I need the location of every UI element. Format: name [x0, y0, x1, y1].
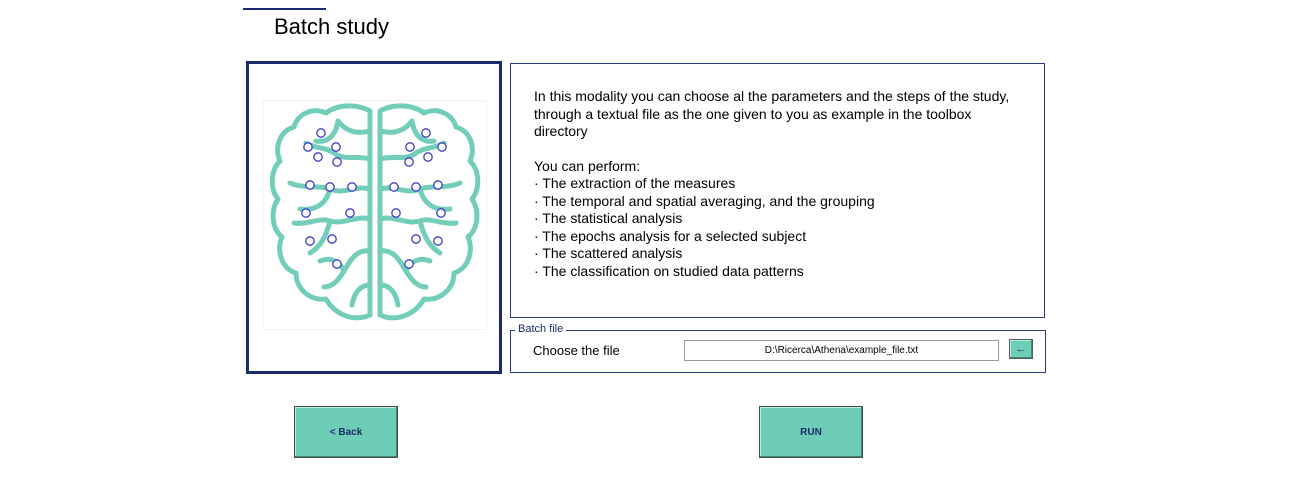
description-panel: In this modality you can choose al the p… [510, 63, 1045, 318]
back-button[interactable]: < Back [294, 406, 398, 458]
choose-file-label: Choose the file [533, 343, 620, 358]
brain-electrodes-icon [263, 100, 487, 330]
perform-item: · The epochs analysis for a selected sub… [534, 227, 807, 244]
description-intro: In this modality you can choose al the p… [534, 88, 1010, 139]
file-path-input[interactable] [684, 340, 999, 361]
perform-heading: You can perform: [534, 157, 641, 174]
perform-item: · The extraction of the measures [534, 175, 736, 191]
page-title: Batch study [274, 14, 389, 39]
description-text: In this modality you can choose al the p… [534, 88, 1024, 280]
arrow-left-icon: ← [1015, 343, 1027, 355]
perform-item: · The scattered analysis [534, 245, 683, 261]
batch-file-group: Batch file Choose the file ← [510, 323, 1046, 373]
perform-item: · The temporal and spatial averaging, an… [534, 192, 875, 209]
title-underline [243, 8, 326, 10]
brain-image-frame [246, 61, 502, 374]
perform-list: · The extraction of the measures · The t… [534, 175, 1024, 280]
perform-item: · The classification on studied data pat… [534, 262, 804, 279]
perform-item: · The statistical analysis [534, 210, 683, 226]
run-button[interactable]: RUN [759, 406, 863, 458]
browse-file-button[interactable]: ← [1009, 339, 1033, 359]
batch-file-legend: Batch file [515, 323, 567, 335]
